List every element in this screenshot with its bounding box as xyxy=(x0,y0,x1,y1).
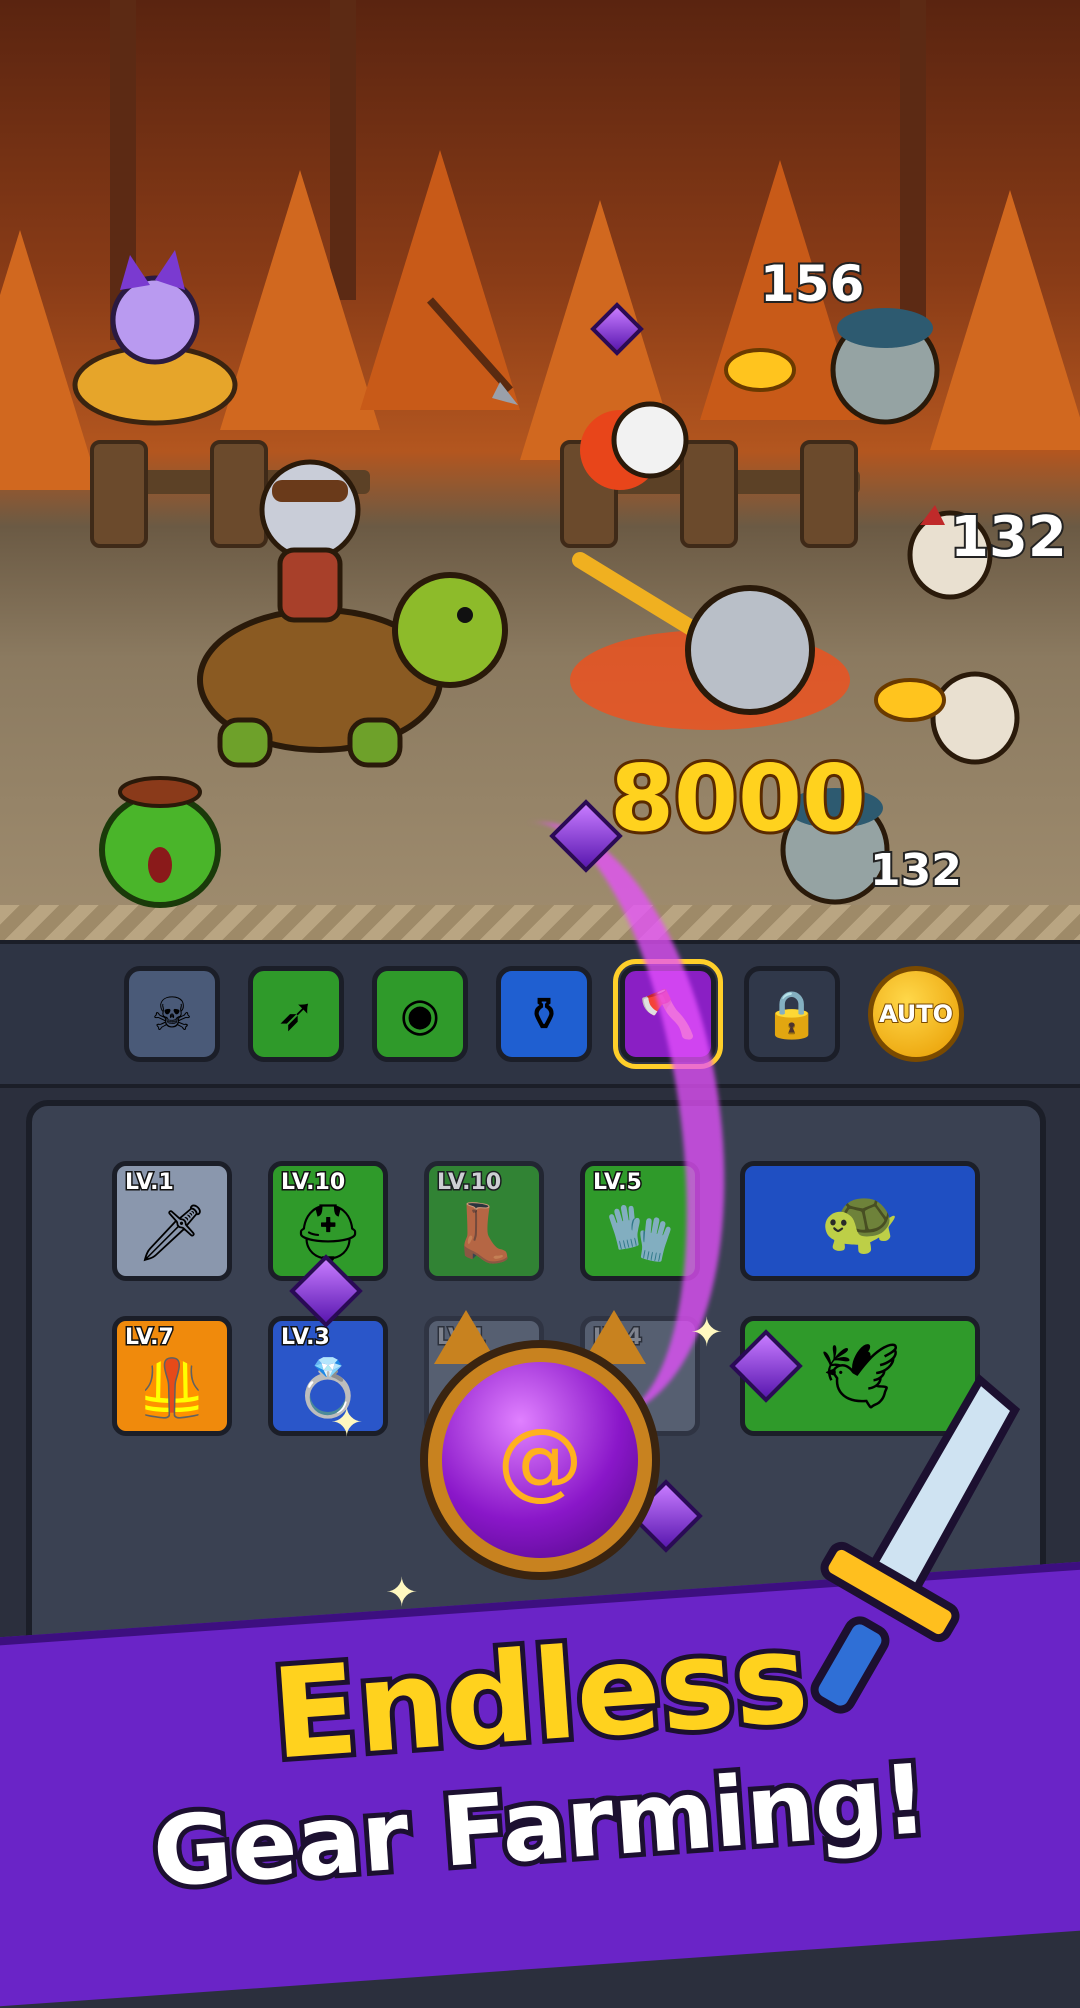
flaming-axe-icon xyxy=(570,552,850,730)
golden-fish-icon xyxy=(724,348,796,392)
ring-icon: 💍 xyxy=(293,1356,363,1421)
skull-skill-icon: ☠ xyxy=(151,987,193,1041)
damage-number: 156 xyxy=(758,253,866,315)
gear-slot-ring[interactable]: LV.3 💍 xyxy=(268,1316,388,1436)
autumn-tree xyxy=(930,190,1080,450)
purple-cat-on-fish-icon xyxy=(72,250,238,426)
fence-post xyxy=(90,440,148,548)
lock-icon: 🔒 xyxy=(763,986,821,1041)
sparkle-icon: ✦ xyxy=(330,1400,364,1446)
cactus-enemy-icon xyxy=(99,776,221,908)
sparkle-icon: ✦ xyxy=(690,1310,724,1356)
gear-level-label: LV.7 xyxy=(124,1324,176,1352)
turtle-pet-icon: 🐢 xyxy=(820,1184,900,1259)
gear-slot-sword[interactable]: LV.1 🗡 xyxy=(112,1161,232,1281)
flaming-skull-icon xyxy=(580,401,689,490)
critical-damage-number: 8000 xyxy=(607,742,869,855)
gear-slot-armor[interactable]: LV.7 🦺 xyxy=(112,1316,232,1436)
gray-bear-enemy-icon xyxy=(830,308,940,425)
pet-slot-turtle[interactable]: 🐢 xyxy=(740,1161,980,1281)
cat-hero-icon xyxy=(259,459,361,623)
sword-icon: 🗡 xyxy=(136,1201,208,1266)
autumn-tree xyxy=(220,170,380,430)
skull-skill-button[interactable]: ☠ xyxy=(124,966,220,1062)
damage-number: 132 xyxy=(868,843,964,898)
spiral-icon: @ xyxy=(497,1410,583,1510)
gear-summon-orb[interactable]: @ xyxy=(420,1310,660,1580)
arrow-projectile-icon xyxy=(427,297,518,405)
gear-level-label: LV.10 xyxy=(279,1169,346,1197)
locked-skill-slot[interactable]: 🔒 xyxy=(744,966,840,1062)
fence-post xyxy=(800,440,858,548)
arrows-skill-icon: ➶ xyxy=(276,987,316,1041)
damage-number: 132 xyxy=(948,503,1069,572)
arrows-skill-button[interactable]: ➶ xyxy=(248,966,344,1062)
gear-level-label: LV.1 xyxy=(124,1169,176,1197)
golden-fish-icon xyxy=(874,678,946,722)
tree-trunk xyxy=(900,0,926,320)
gear-level-label: LV.3 xyxy=(280,1324,332,1352)
armor-icon: 🦺 xyxy=(137,1356,207,1421)
auto-button[interactable]: AUTO xyxy=(868,966,964,1062)
battle-scene: 156 132 132 8000 xyxy=(0,0,1080,940)
